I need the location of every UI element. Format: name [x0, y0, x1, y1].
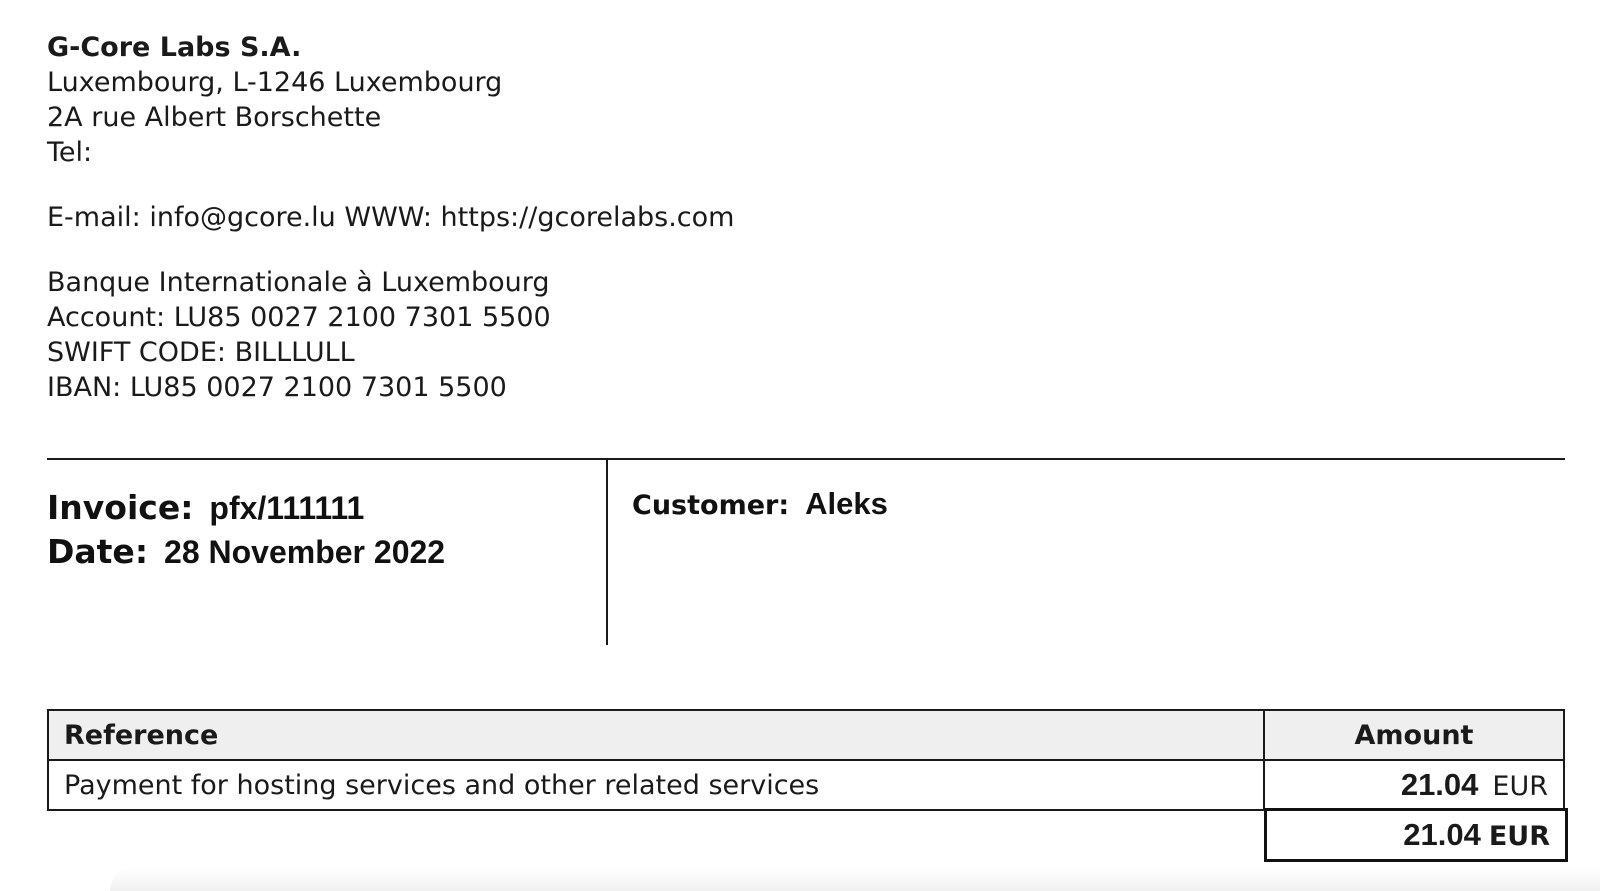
bank-account: Account: LU85 0027 2100 7301 5500 [47, 302, 551, 333]
reference-header: Reference [47, 709, 1265, 761]
customer-name: Aleks [805, 486, 888, 521]
page-shadow [110, 868, 1600, 891]
company-city: Luxembourg, L-1246 Luxembourg [47, 67, 503, 98]
vertical-divider [606, 459, 608, 645]
customer-label: Customer: [632, 490, 790, 521]
amount-currency: EUR [1492, 771, 1548, 802]
bank-name: Banque Internationale à Luxembourg [47, 267, 550, 298]
amount-value: 21.04 [1400, 767, 1479, 802]
total-amount-box: 21.04 EUR [1264, 808, 1568, 862]
total-currency: EUR [1488, 821, 1550, 852]
total-amount: 21.04 [1403, 817, 1481, 852]
bank-iban: IBAN: LU85 0027 2100 7301 5500 [47, 372, 507, 403]
company-street: 2A rue Albert Borschette [47, 102, 382, 133]
invoice-date: 28 November 2022 [164, 534, 446, 570]
customer-details: Customer: Aleks [632, 486, 888, 522]
invoice-number-row: Invoice: pfx/111111 [47, 488, 445, 532]
amount-cell: 21.04 EUR [1263, 759, 1565, 811]
company-tel: Tel: [47, 137, 93, 168]
date-label: Date: [47, 532, 149, 571]
table-row: Payment for hosting services and other r… [47, 759, 1565, 811]
invoice-number: pfx/111111 [209, 490, 365, 526]
invoice-date-row: Date: 28 November 2022 [47, 532, 445, 576]
company-name: G-Core Labs S.A. [47, 32, 302, 63]
reference-table: Reference Amount Payment for hosting ser… [47, 709, 1565, 811]
invoice-details: Invoice: pfx/111111 Date: 28 November 20… [47, 488, 445, 576]
company-info: G-Core Labs S.A. Luxembourg, L-1246 Luxe… [47, 30, 734, 405]
table-header-row: Reference Amount [47, 709, 1565, 761]
bank-swift: SWIFT CODE: BILLLULL [47, 337, 355, 368]
company-contact: E-mail: info@gcore.lu WWW: https://gcore… [47, 202, 735, 233]
horizontal-divider [47, 458, 1565, 460]
amount-header: Amount [1263, 709, 1565, 761]
invoice-label: Invoice: [47, 488, 194, 527]
reference-cell: Payment for hosting services and other r… [47, 759, 1265, 811]
